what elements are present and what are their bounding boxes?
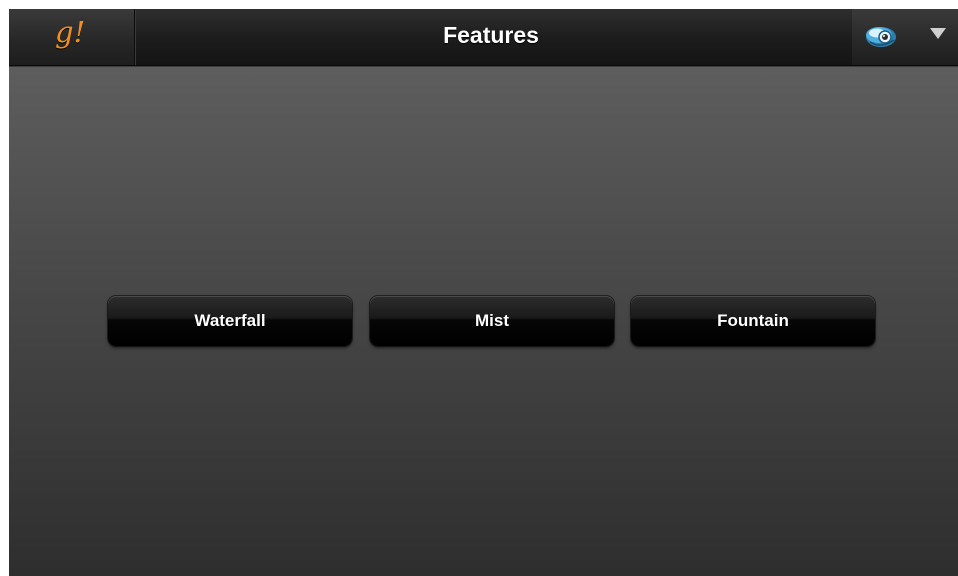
device-status-icon [864, 22, 898, 50]
fountain-button[interactable]: Fountain [631, 296, 875, 346]
menu-button[interactable] [852, 9, 958, 65]
app-window: g! Features Waterfall Mist Fountain [9, 9, 958, 576]
page-title: Features [443, 22, 539, 48]
waterfall-button[interactable]: Waterfall [108, 296, 352, 346]
chevron-down-icon [930, 28, 946, 39]
top-bar: g! Features [9, 9, 958, 66]
logo: g! [55, 15, 86, 49]
mist-button[interactable]: Mist [370, 296, 614, 346]
home-button[interactable]: g! [9, 9, 135, 65]
